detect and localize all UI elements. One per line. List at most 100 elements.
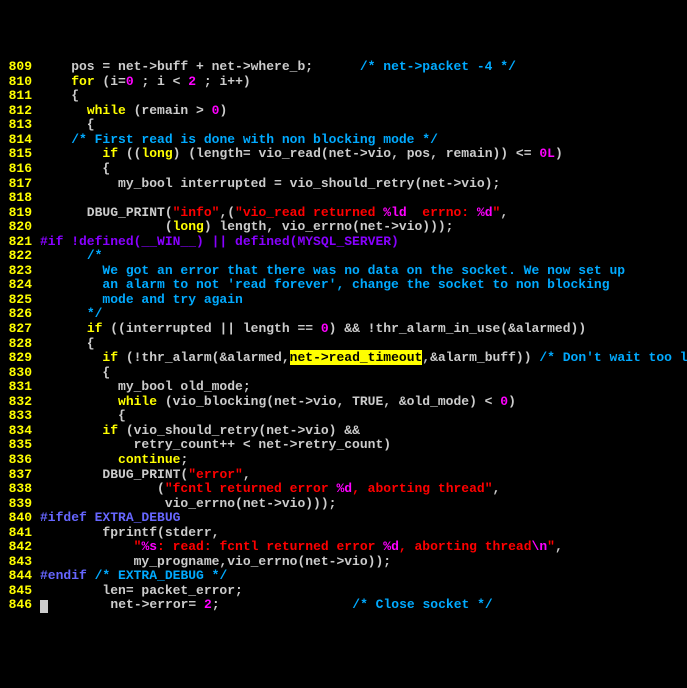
code-token-preprocessor2: #ifdef EXTRA_DEBUG (40, 510, 180, 525)
code-content: if ((long) (length= vio_read(net->vio, p… (40, 147, 687, 162)
code-content: retry_count++ < net->retry_count) (40, 438, 687, 453)
code-token-text (87, 568, 95, 583)
code-token-text: (( (118, 146, 141, 161)
code-content: (long) length, vio_errno(net->vio))); (40, 220, 687, 235)
line-number: 819 (0, 206, 40, 221)
code-token-text: (vio_should_retry(net->vio) && (118, 423, 360, 438)
code-line: 842 "%s: read: fcntl returned error %d, … (0, 540, 687, 555)
code-token-text (40, 146, 102, 161)
code-content: */ (40, 307, 687, 322)
line-number: 822 (0, 249, 40, 264)
code-line: 811 { (0, 89, 687, 104)
code-content: pos = net->buff + net->where_b; /* net->… (40, 60, 687, 75)
code-token-text: , (500, 205, 508, 220)
code-token-text: ) length, vio_errno(net->vio))); (204, 219, 454, 234)
line-number: 824 (0, 278, 40, 293)
code-content: DBUG_PRINT("error", (40, 468, 687, 483)
code-token-number: 2 (188, 74, 196, 89)
code-content: if (vio_should_retry(net->vio) && (40, 424, 687, 439)
code-token-comment: /* EXTRA_DEBUG */ (95, 568, 228, 583)
code-content: vio_errno(net->vio))); (40, 497, 687, 512)
code-token-keyword: if (87, 321, 103, 336)
code-content: /* First read is done with non blocking … (40, 133, 687, 148)
code-line: 830 { (0, 366, 687, 381)
line-number: 839 (0, 497, 40, 512)
line-number: 833 (0, 409, 40, 424)
code-token-text: ) (508, 394, 516, 409)
code-content: if ((interrupted || length == 0) && !thr… (40, 322, 687, 337)
code-content: { (40, 162, 687, 177)
line-number: 828 (0, 337, 40, 352)
code-token-text: (!thr_alarm(&alarmed, (118, 350, 290, 365)
code-token-keyword: for (71, 74, 94, 89)
line-number: 834 (0, 424, 40, 439)
code-token-escape: %s (141, 539, 157, 554)
code-token-text (40, 103, 87, 118)
code-token-text (40, 394, 118, 409)
code-token-text: ) (219, 103, 227, 118)
code-token-comment: /* (87, 248, 103, 263)
line-number: 809 (0, 60, 40, 75)
code-token-text: vio_errno(net->vio))); (40, 496, 336, 511)
code-token-text: ((interrupted || length == (102, 321, 320, 336)
code-token-highlight: net->read_timeout (290, 350, 423, 365)
code-editor[interactable]: 809 pos = net->buff + net->where_b; /* n… (0, 60, 687, 613)
code-token-comment: mode and try again (40, 292, 243, 307)
code-line: 832 while (vio_blocking(net->vio, TRUE, … (0, 395, 687, 410)
code-content: { (40, 409, 687, 424)
line-number: 820 (0, 220, 40, 235)
code-content: for (i=0 ; i < 2 ; i++) (40, 75, 687, 90)
code-token-string: "error" (188, 467, 243, 482)
code-token-preprocessor: #if !defined(__WIN__) || defined(MYSQL_S… (40, 234, 399, 249)
line-number: 835 (0, 438, 40, 453)
code-content: an alarm to not 'read forever', change t… (40, 278, 687, 293)
code-token-text: (remain > (126, 103, 212, 118)
code-token-keyword: if (102, 423, 118, 438)
code-token-text (40, 350, 102, 365)
code-token-keyword: if (102, 146, 118, 161)
code-token-text (40, 423, 102, 438)
code-token-string: errno: (407, 205, 477, 220)
line-number: 829 (0, 351, 40, 366)
code-token-keyword: long (173, 219, 204, 234)
code-token-text: my_bool old_mode; (40, 379, 251, 394)
line-number: 843 (0, 555, 40, 570)
code-line: 827 if ((interrupted || length == 0) && … (0, 322, 687, 337)
code-token-text: { (40, 336, 95, 351)
code-token-string: , aborting thread (399, 539, 532, 554)
line-number: 815 (0, 147, 40, 162)
code-token-text: my_progname,vio_errno(net->vio)); (40, 554, 391, 569)
line-number: 845 (0, 584, 40, 599)
code-token-string: , aborting thread" (352, 481, 492, 496)
line-number: 842 (0, 540, 40, 555)
code-content: fprintf(stderr, (40, 526, 687, 541)
code-token-text: my_bool interrupted = vio_should_retry(n… (40, 176, 500, 191)
code-line: 820 (long) length, vio_errno(net->vio)))… (0, 220, 687, 235)
code-content: my_progname,vio_errno(net->vio)); (40, 555, 687, 570)
code-token-text: (i= (95, 74, 126, 89)
line-number: 840 (0, 511, 40, 526)
code-line: 823 We got an error that there was no da… (0, 264, 687, 279)
code-line: 828 { (0, 337, 687, 352)
code-line: 834 if (vio_should_retry(net->vio) && (0, 424, 687, 439)
line-number: 825 (0, 293, 40, 308)
code-token-escape: %ld (383, 205, 406, 220)
line-number: 818 (0, 191, 40, 206)
code-line: 818 (0, 191, 687, 206)
code-token-text: ) (555, 146, 563, 161)
code-content: #endif /* EXTRA_DEBUG */ (40, 569, 687, 584)
code-token-escape: %d (336, 481, 352, 496)
code-line: 825 mode and try again (0, 293, 687, 308)
code-token-preprocessor2: #endif (40, 568, 87, 583)
line-number: 830 (0, 366, 40, 381)
code-token-text (40, 452, 118, 467)
code-token-text: ( (40, 481, 165, 496)
code-line: 826 */ (0, 307, 687, 322)
code-line: 838 ("fcntl returned error %d, aborting … (0, 482, 687, 497)
code-line: 831 my_bool old_mode; (0, 380, 687, 395)
code-line: 816 { (0, 162, 687, 177)
code-token-escape: %d (383, 539, 399, 554)
code-line: 812 while (remain > 0) (0, 104, 687, 119)
code-token-text: fprintf(stderr, (40, 525, 219, 540)
line-number: 826 (0, 307, 40, 322)
